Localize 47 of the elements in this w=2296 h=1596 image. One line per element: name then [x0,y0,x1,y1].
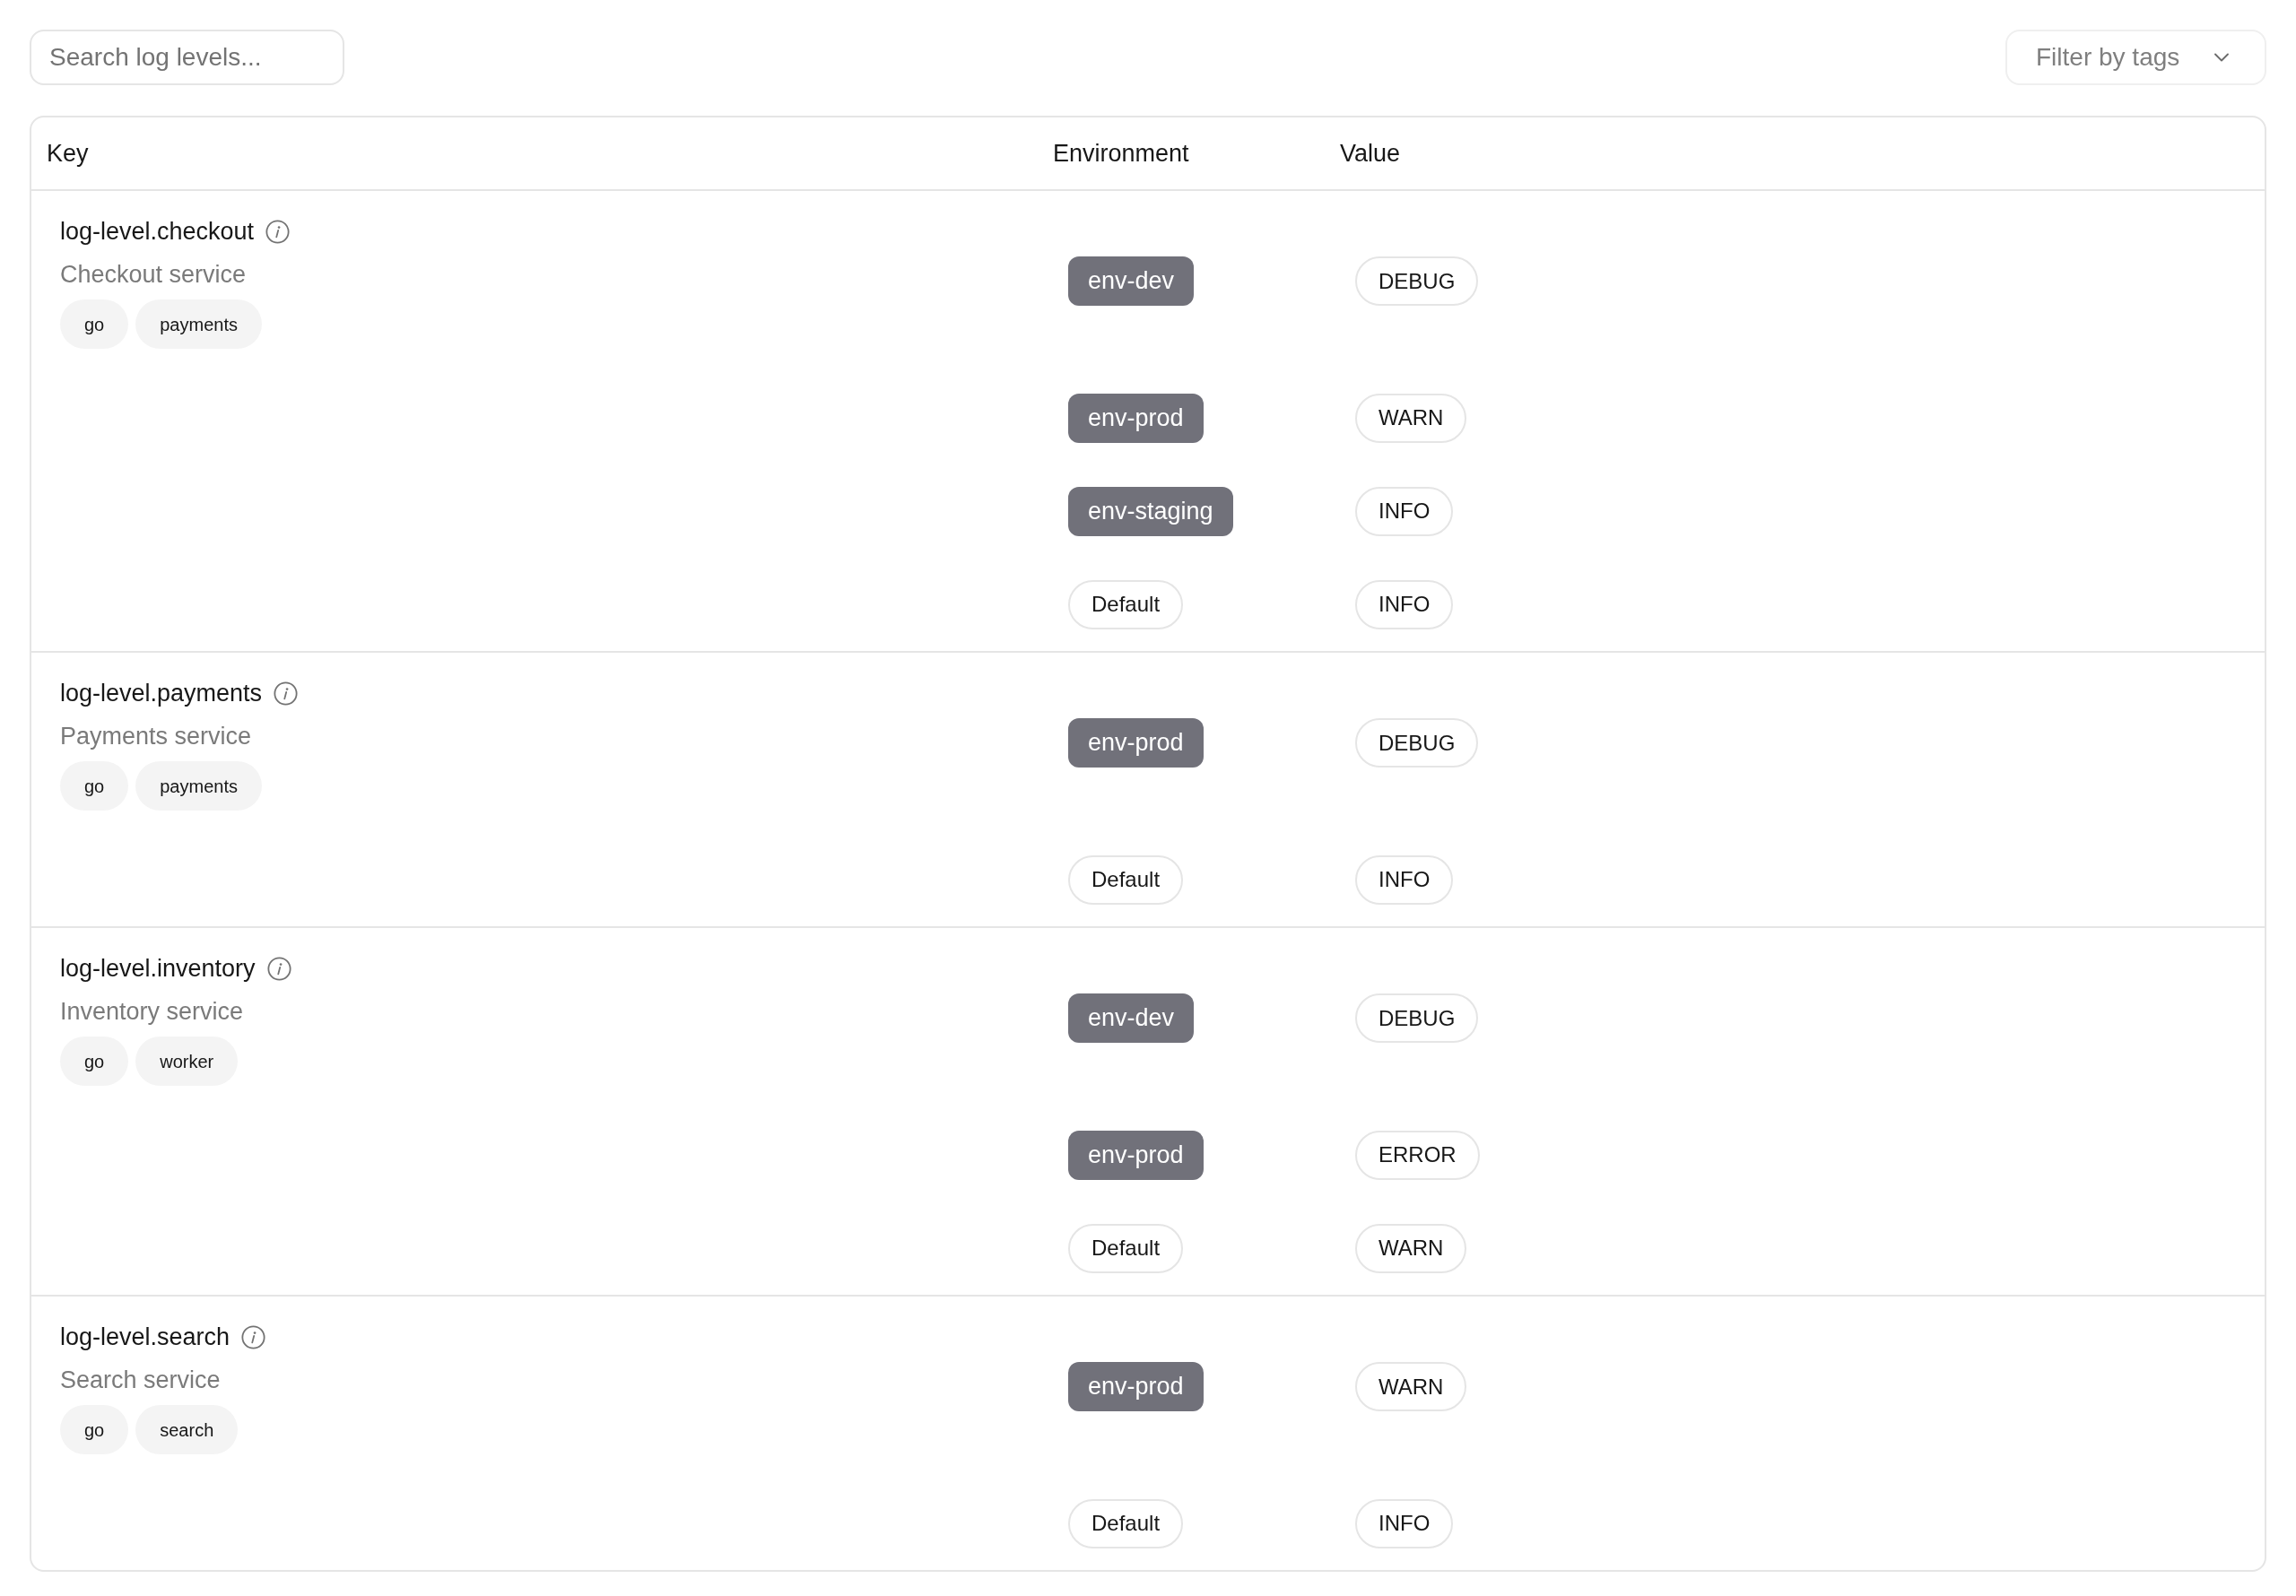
log-level-value: WARN [1355,393,1467,443]
log-level-value: WARN [1355,1362,1467,1411]
log-level-value: WARN [1355,1223,1467,1273]
tag-chip: go [60,761,129,811]
environment-tag: env-prod [1068,718,1204,768]
environment-tag: env-dev [1068,256,1195,306]
log-level-value: INFO [1355,854,1454,905]
search-field[interactable]: Search log levels... [30,30,344,85]
column-header: Value [1340,138,1401,169]
column-header: Environment [1053,138,1189,169]
tag-chip: payments [135,299,262,349]
log-level-value: INFO [1355,486,1454,536]
service-description: Payments service [60,721,252,751]
column-header: Key [47,138,89,169]
tag-chip: go [60,299,129,349]
log-level-value: DEBUG [1355,718,1479,768]
log-level-value: INFO [1355,1498,1454,1548]
environment-tag: Default [1068,1498,1184,1548]
tag-chip: go [60,1405,129,1454]
log-level-value: INFO [1355,579,1454,629]
environment-tag: env-prod [1068,1130,1204,1180]
key-name: log-level.search [60,1322,230,1352]
filter-dropdown[interactable]: Filter by tags [2005,30,2266,85]
key-name: log-level.payments [60,678,263,708]
log-level-value: DEBUG [1355,256,1479,306]
tag-chip: search [135,1405,239,1454]
service-description: Checkout service [60,259,247,290]
log-level-value: ERROR [1355,1130,1480,1180]
tag-chip: worker [135,1037,239,1086]
service-description: Inventory service [60,996,244,1027]
tag-chip: payments [135,761,262,811]
log-level-value: DEBUG [1355,993,1479,1043]
environment-tag: Default [1068,1223,1184,1273]
service-description: Search service [60,1365,221,1395]
environment-tag: env-dev [1068,993,1195,1043]
key-name: log-level.checkout [60,216,255,247]
info-icon[interactable] [274,681,299,706]
info-icon[interactable] [266,956,291,981]
tag-chip: go [60,1037,129,1086]
environment-tag: env-prod [1068,393,1204,443]
environment-tag: Default [1068,579,1184,629]
environment-tag: env-staging [1068,486,1233,536]
environment-tag: Default [1068,854,1184,905]
environment-tag: env-prod [1068,1362,1204,1411]
key-name: log-level.inventory [60,953,256,984]
info-icon[interactable] [265,219,291,244]
info-icon[interactable] [241,1324,266,1349]
